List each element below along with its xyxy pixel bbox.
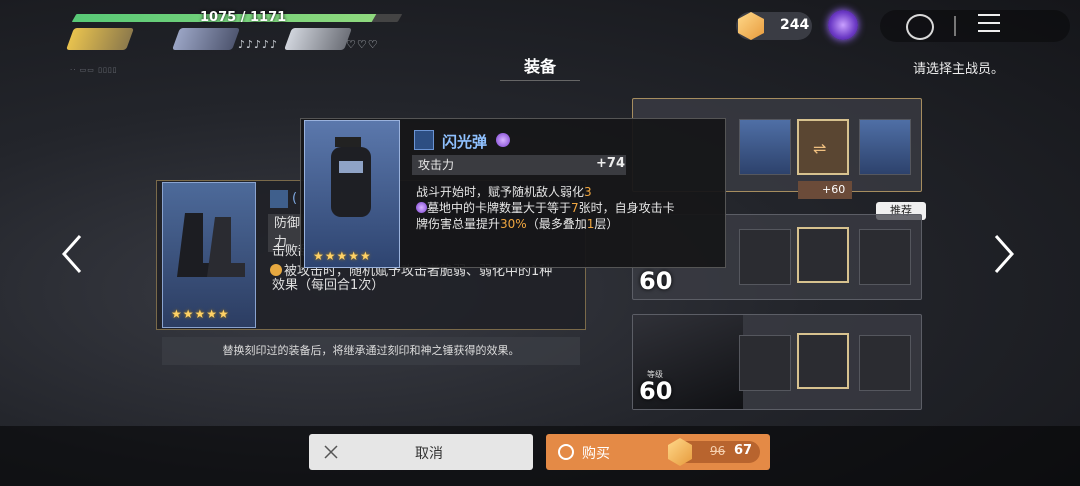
swap-icon: ⇌ xyxy=(813,139,827,158)
trigger-icon xyxy=(270,264,282,276)
price-old: 96 xyxy=(710,444,726,458)
weapon-slot-grenade[interactable] xyxy=(739,119,791,175)
ring-slot-empty-3[interactable] xyxy=(859,335,911,391)
bottom-bar xyxy=(0,426,1080,486)
armor-type-icon xyxy=(270,190,288,208)
stat-gain-badge: +60 xyxy=(798,181,852,199)
boots-item-image: ★★★★★ xyxy=(162,182,256,328)
next-arrow-icon[interactable] xyxy=(992,232,1016,276)
notes-indicator: ♪♪♪♪♪ xyxy=(238,38,279,51)
swap-slot[interactable]: ⇌ xyxy=(797,119,849,175)
hearts-indicator: ♡♡♡ xyxy=(346,38,379,51)
price-new: 67 xyxy=(734,443,753,458)
close-icon xyxy=(324,445,338,459)
replace-note: 替换刻印过的装备后，将继承通过刻印和神之锤获得的效果。 xyxy=(162,337,580,365)
accessory-slot-watch[interactable] xyxy=(859,119,911,175)
prev-arrow-icon[interactable] xyxy=(60,232,84,276)
tooltip-description: 战斗开始时，赋予随机敌人弱化3 墓地中的卡牌数量大于等于7张时，自身攻击卡 牌伤… xyxy=(416,185,675,231)
graveyard-icon xyxy=(416,202,427,213)
tooltip-item-name: 闪光弹 xyxy=(442,133,488,151)
price-gem-icon xyxy=(668,438,692,466)
currency-gem-icon xyxy=(738,12,764,40)
menu-icon[interactable] xyxy=(978,14,1000,34)
buy-button[interactable]: 购买 96 67 xyxy=(546,434,770,470)
cancel-label: 取消 xyxy=(415,446,443,462)
hp-text: 1075 / 1171 xyxy=(200,10,287,25)
purple-orb-icon[interactable] xyxy=(828,10,858,40)
party-portrait-1[interactable] xyxy=(65,28,135,50)
weapon-slot-empty[interactable] xyxy=(739,229,791,285)
level-value-3: 60 xyxy=(639,377,673,405)
ring-slot-empty[interactable] xyxy=(859,229,911,285)
attack-label: 攻击力 xyxy=(412,155,626,175)
title-underline xyxy=(500,80,580,81)
divider xyxy=(954,16,956,36)
lock-icon[interactable] xyxy=(906,14,934,40)
boots-stars: ★★★★★ xyxy=(171,307,230,321)
price-tag: 96 67 xyxy=(668,438,760,466)
grenade-item-image: ★★★★★ xyxy=(304,120,400,268)
character-panel-3[interactable]: 等级 60 xyxy=(632,314,922,410)
equip-desc-3: 效果（每回合1次） xyxy=(272,278,385,293)
currency-amount: 244 xyxy=(780,17,810,33)
select-hint: 请选择主战员。 xyxy=(912,62,1004,77)
armor-slot-empty-3[interactable] xyxy=(797,333,849,389)
level-value-2: 60 xyxy=(639,267,673,295)
purple-rarity-icon xyxy=(496,133,510,147)
armor-slot-empty[interactable] xyxy=(797,227,849,283)
current-equip-name: ( xyxy=(292,191,298,206)
buy-label: 购买 xyxy=(582,446,610,462)
buy-icon xyxy=(558,444,574,460)
grenade-stars: ★★★★★ xyxy=(313,249,372,263)
cancel-button[interactable]: 取消 xyxy=(309,434,533,470)
weapon-type-icon xyxy=(414,130,434,150)
party-portrait-2[interactable] xyxy=(171,28,241,50)
weapon-slot-empty-3[interactable] xyxy=(739,335,791,391)
currency-display: 244 xyxy=(736,12,812,40)
party-portrait-3[interactable] xyxy=(283,28,353,50)
attack-value: +74 xyxy=(596,156,625,171)
